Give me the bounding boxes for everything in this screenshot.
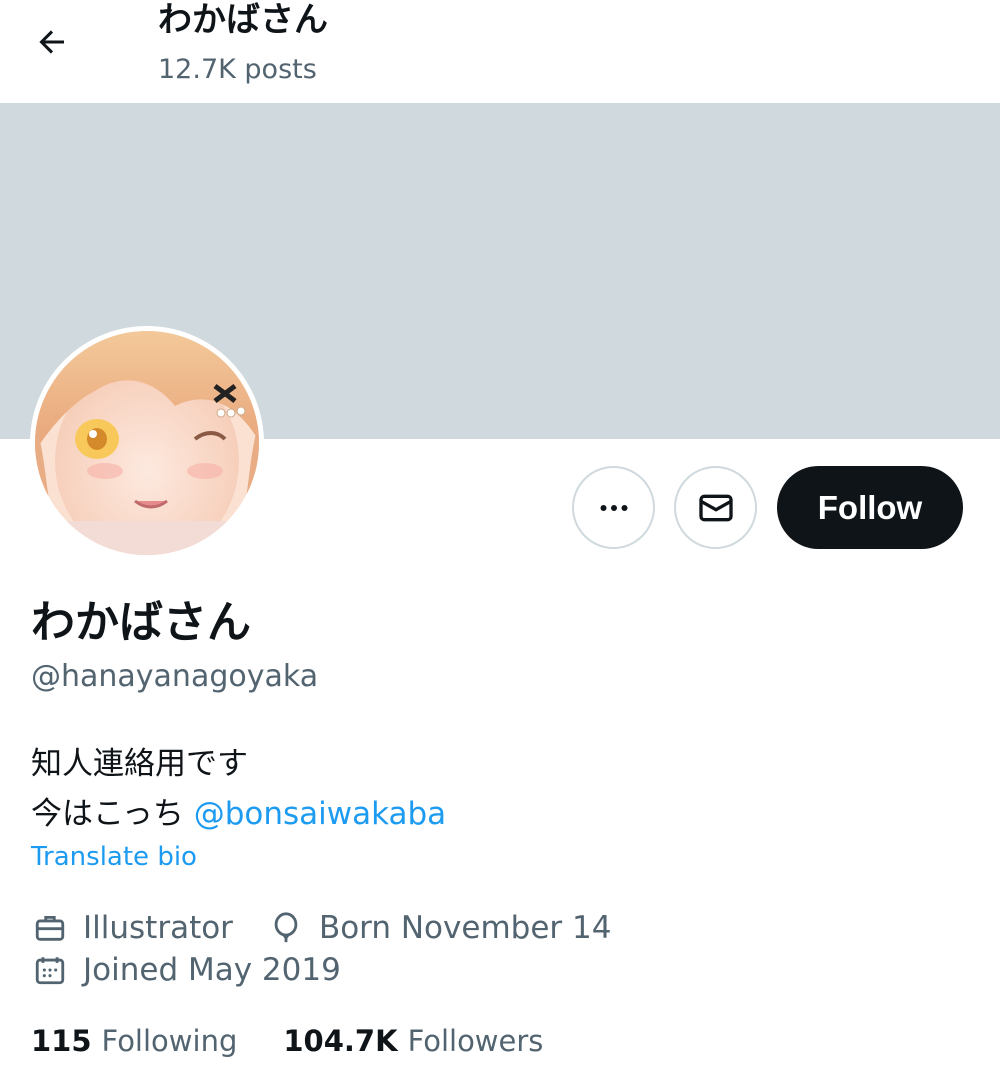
- birthday-item: Born November 14: [267, 908, 612, 948]
- following-count: 115: [31, 1024, 92, 1058]
- mail-icon: [698, 494, 733, 521]
- followers-link[interactable]: 104.7K Followers: [283, 1022, 543, 1060]
- profile-meta-joined: Joined May 2019: [31, 950, 341, 990]
- more-icon: [600, 504, 627, 511]
- followers-count: 104.7K: [283, 1024, 398, 1058]
- username: @hanayanagoyaka: [31, 659, 319, 694]
- following-link[interactable]: 115 Following: [31, 1022, 237, 1060]
- post-count: 12.7K posts: [158, 54, 317, 85]
- following-label: Following: [101, 1024, 238, 1058]
- arrow-left-icon: [39, 30, 64, 54]
- briefcase-icon: [31, 909, 69, 947]
- follow-stats: 115 Following 104.7K Followers: [31, 1022, 543, 1060]
- display-name: わかばさん: [31, 597, 251, 648]
- birthday-label: Born November 14: [318, 910, 612, 946]
- profile-meta: Illustrator Born November 14: [31, 908, 611, 948]
- bio-line: 今はこっち @bonsaiwakaba: [31, 789, 446, 839]
- bio: 知人連絡用です 今はこっち @bonsaiwakaba: [31, 739, 446, 839]
- header-title: わかばさん: [158, 0, 328, 40]
- bio-mention-link[interactable]: @bonsaiwakaba: [194, 796, 446, 832]
- followers-label: Followers: [407, 1024, 544, 1058]
- translate-bio-link[interactable]: Translate bio: [31, 840, 197, 874]
- more-button[interactable]: [572, 466, 655, 549]
- bio-line: 知人連絡用です: [31, 746, 248, 782]
- profession-label: Illustrator: [83, 910, 233, 946]
- profession-item: Illustrator: [31, 908, 233, 948]
- calendar-icon: [31, 951, 69, 989]
- avatar[interactable]: [30, 326, 264, 560]
- back-button[interactable]: [28, 18, 76, 66]
- message-button[interactable]: [674, 466, 757, 549]
- balloon-icon: [267, 909, 305, 947]
- joined-label: Joined May 2019: [83, 952, 341, 988]
- top-bar: わかばさん 12.7K posts: [0, 0, 1000, 103]
- follow-button[interactable]: Follow: [777, 466, 963, 549]
- bio-text: 今はこっち: [31, 796, 194, 832]
- joined-item: Joined May 2019: [31, 950, 341, 990]
